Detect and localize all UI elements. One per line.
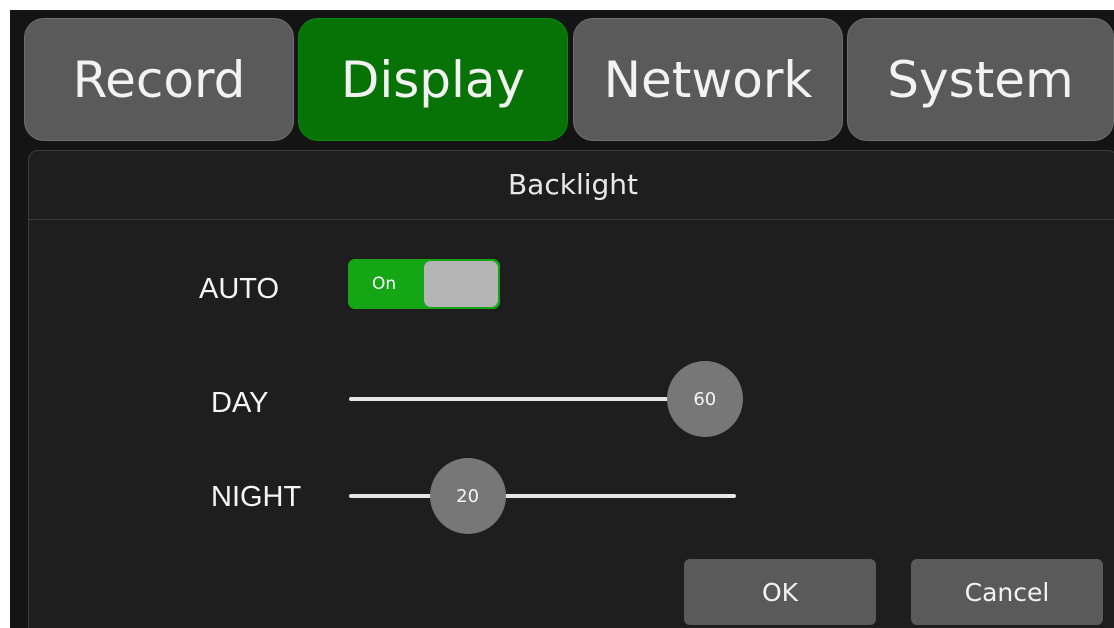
tab-network[interactable]: Network: [573, 18, 843, 141]
panel-title: Backlight: [507, 168, 639, 201]
settings-screen: Record Display Network System Backlight …: [10, 10, 1114, 628]
backlight-panel: Backlight AUTO On DAY 60 NIGHT 20 OK Can…: [28, 150, 1114, 628]
day-slider-knob[interactable]: 60: [666, 361, 743, 437]
tab-record[interactable]: Record: [24, 18, 294, 141]
auto-label: AUTO: [199, 273, 280, 305]
tab-system[interactable]: System: [847, 18, 1114, 141]
night-slider[interactable]: 20: [349, 458, 736, 534]
day-label: DAY: [211, 387, 269, 419]
night-label: NIGHT: [211, 481, 302, 513]
night-slider-knob[interactable]: 20: [429, 458, 506, 534]
title-divider: [29, 219, 1114, 220]
toggle-knob: [424, 261, 498, 307]
tab-display[interactable]: Display: [298, 18, 568, 141]
day-slider[interactable]: 60: [349, 361, 743, 437]
cancel-button[interactable]: Cancel: [911, 559, 1103, 625]
auto-toggle[interactable]: On: [348, 259, 500, 309]
toggle-state-label: On: [372, 274, 397, 294]
ok-button[interactable]: OK: [684, 559, 876, 625]
